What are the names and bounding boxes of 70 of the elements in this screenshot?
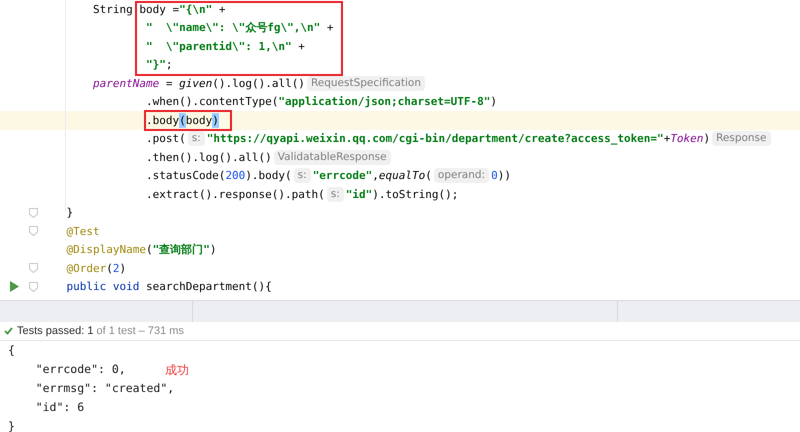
code-text: String body = — [92, 2, 180, 17]
number-literal: 0 — [491, 168, 498, 184]
code-text: body — [186, 112, 212, 128]
inlay-hint: operand: — [434, 168, 490, 184]
code-text: .then().log().all() — [144, 150, 272, 165]
code-text: + — [664, 131, 670, 146]
code-text: .when().contentType( — [144, 94, 278, 110]
code-text: + — [326, 20, 334, 36]
fold-icon[interactable] — [29, 208, 38, 218]
number-literal: 2 — [112, 260, 120, 276]
code-text: ( — [425, 168, 432, 184]
field-name: Token — [670, 131, 704, 146]
method-name: equalTo — [378, 168, 426, 184]
string-literal: " \"name\": \"众号fg\",\n" — [144, 20, 320, 36]
string-literal: " \"parentid\": 1,\n" — [144, 38, 292, 54]
code-text: ; — [166, 57, 172, 72]
code-text: .extract().response().path( — [144, 186, 325, 202]
code-text: ( — [146, 242, 153, 258]
note-text: 成功 — [165, 362, 189, 378]
code-text: .body — [144, 112, 180, 128]
inlay-hint: Response — [712, 131, 770, 146]
inlay-hint: ValidatableResponse — [274, 150, 391, 165]
output-line: "errcode": 0, — [34, 361, 127, 378]
string-literal: "errcode" — [312, 168, 372, 184]
matched-brace: ) — [212, 112, 219, 128]
annotation: @Test — [65, 224, 100, 239]
string-literal: "application/json;charset=UTF-8" — [278, 94, 490, 110]
output-line: "id": 6 — [34, 399, 86, 416]
code-text: .post( — [144, 131, 186, 146]
run-icon[interactable] — [10, 281, 19, 292]
code-text: + — [218, 2, 226, 17]
output-line: "errmsg": "created", — [34, 380, 176, 397]
code-text: , — [372, 168, 379, 184]
fold-icon[interactable] — [29, 282, 38, 292]
test-status: Tests passed: 1 of 1 test – 731 ms — [17, 324, 184, 339]
code-text: ) — [703, 131, 710, 146]
code-text: ).body( — [245, 168, 292, 184]
code-text: searchDepartment(){ — [144, 279, 272, 294]
annotation: @DisplayName — [65, 242, 146, 258]
fold-icon[interactable] — [29, 263, 38, 274]
method-name: given — [179, 76, 212, 91]
code-text: .statusCode( — [144, 168, 226, 184]
code-text: )) — [498, 168, 511, 184]
matched-brace: ( — [179, 112, 186, 128]
output-line: } — [8, 418, 16, 432]
code-text: } — [65, 205, 74, 220]
string-literal: "id" — [346, 186, 372, 202]
number-literal: 200 — [225, 168, 246, 184]
inlay-hint: s: — [188, 131, 205, 146]
string-literal: "查询部门" — [152, 242, 210, 258]
checkmark-icon — [4, 327, 13, 335]
string-literal: "https://qyapi.weixin.qq.com/cgi-bin/department/create?access_token=" — [206, 131, 664, 146]
code-text: ().log().all() — [212, 76, 305, 91]
inlay-hint: s: — [326, 186, 344, 202]
code-text: ).toString(); — [372, 186, 458, 202]
keyword: public void — [65, 279, 140, 294]
output-line: { — [8, 342, 16, 359]
string-literal: "{\n" — [179, 2, 212, 17]
inlay-hint: RequestSpecification — [306, 76, 426, 91]
field-name: parentName — [92, 76, 160, 91]
annotation: @Order — [65, 260, 106, 276]
fold-icon[interactable] — [29, 226, 38, 236]
code-text: = — [164, 76, 174, 91]
code-text: ) — [210, 242, 216, 258]
code-text: ) — [490, 94, 497, 110]
inlay-hint: s: — [294, 168, 311, 184]
code-text: + — [297, 38, 305, 54]
code-text: ( — [106, 260, 113, 276]
string-literal: "}" — [144, 57, 166, 72]
code-text: ) — [119, 260, 126, 276]
